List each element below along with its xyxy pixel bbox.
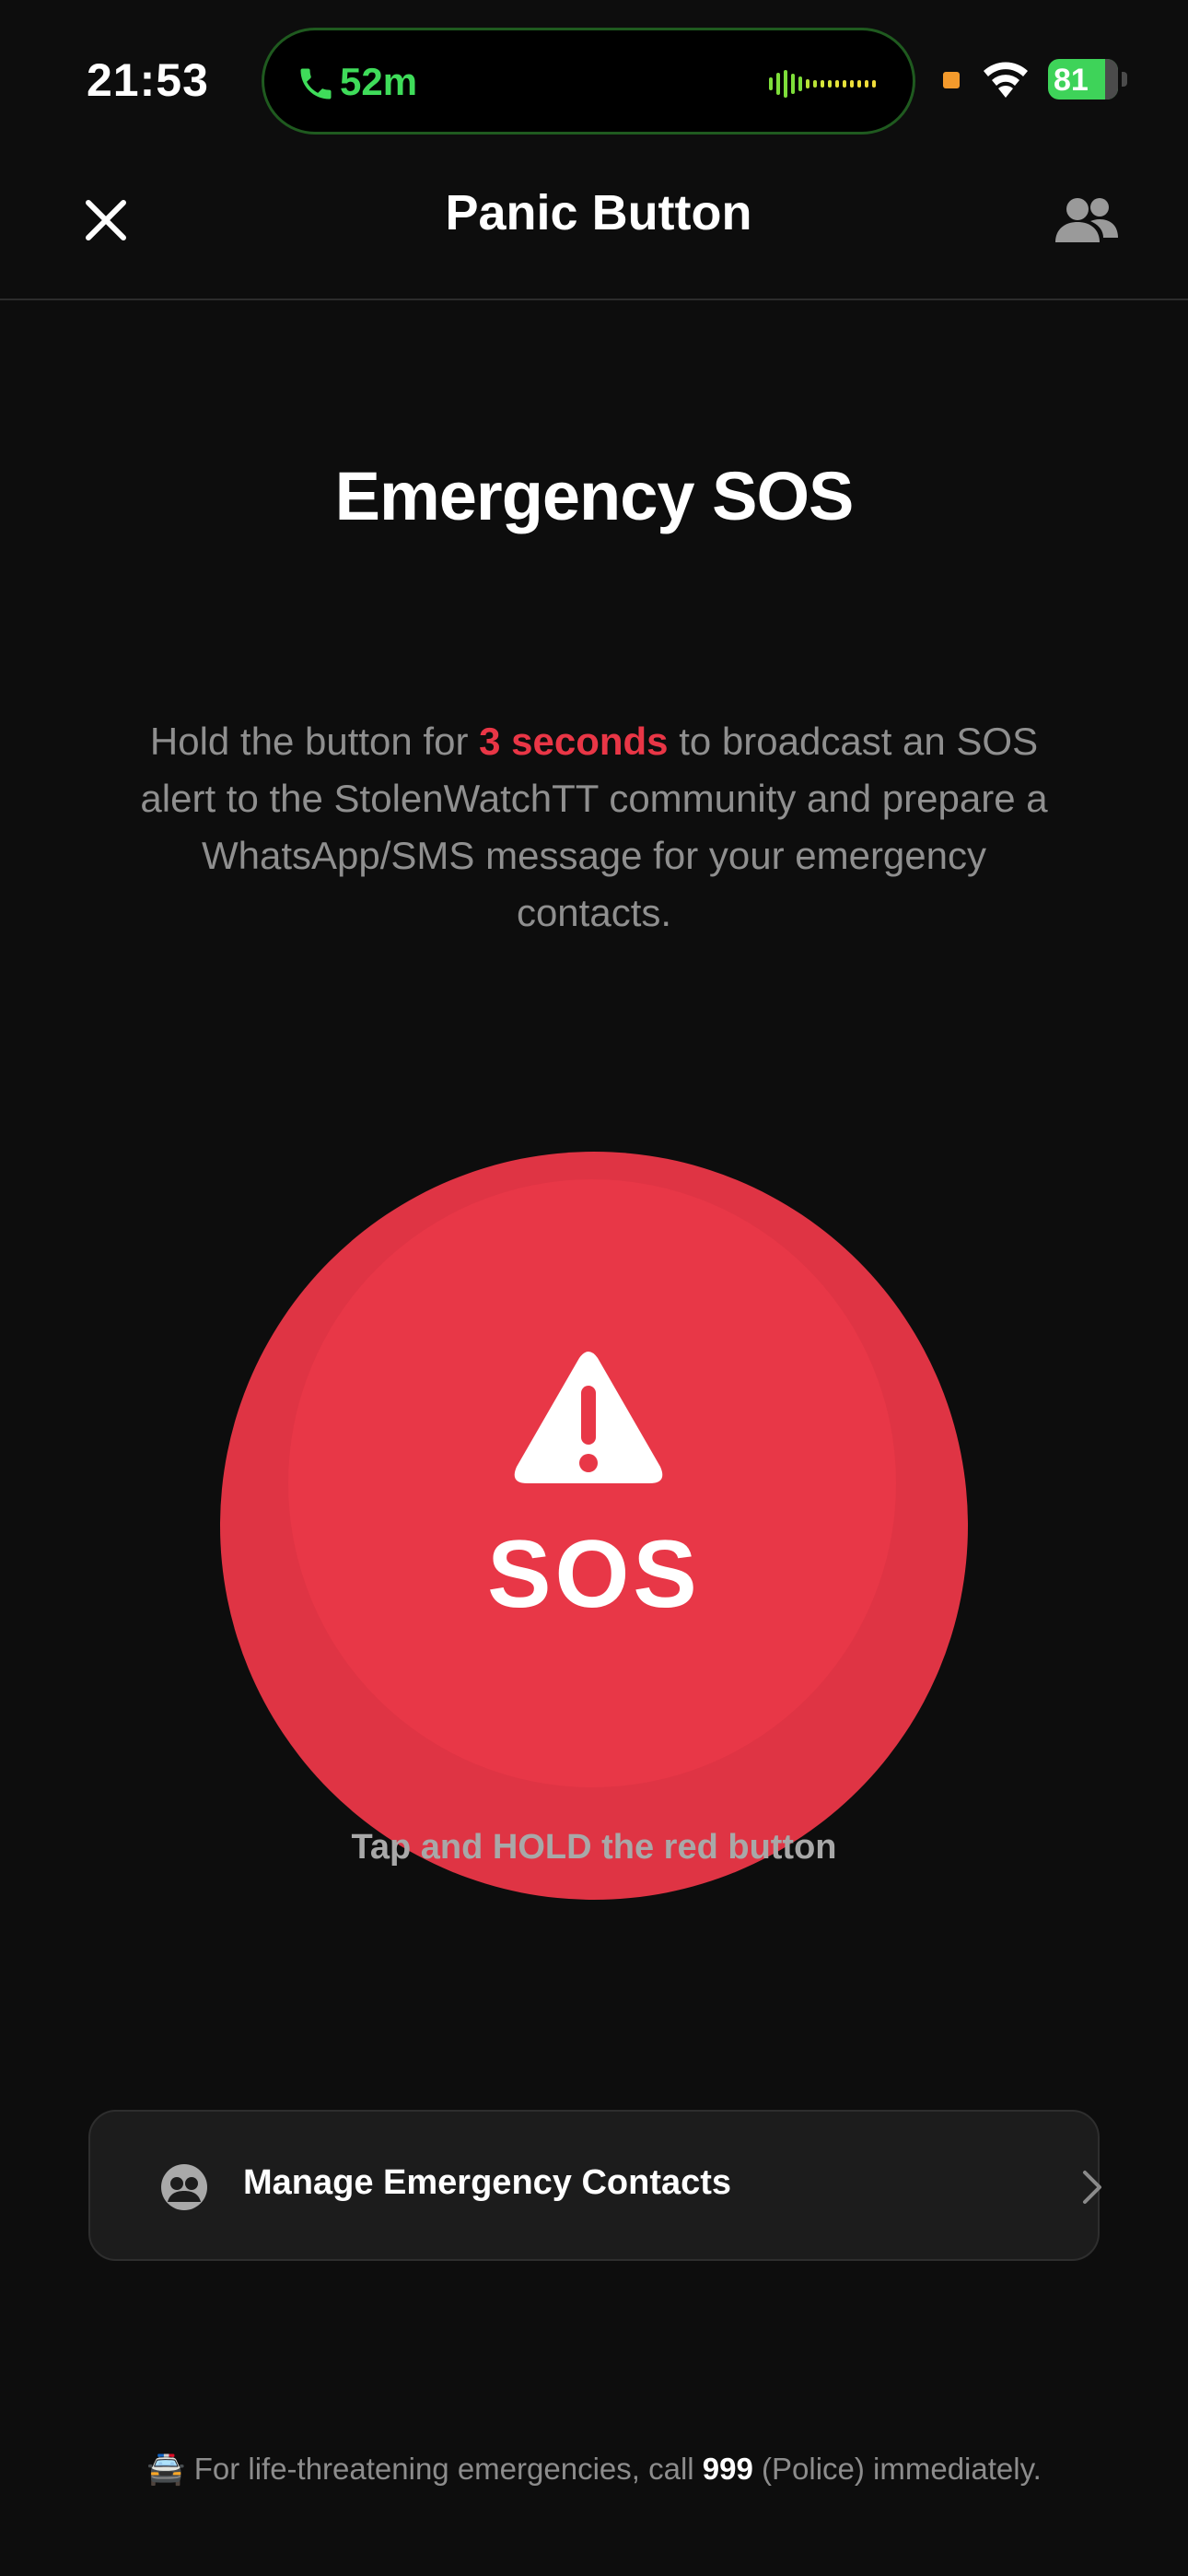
contacts-button[interactable] [1050,188,1124,252]
dynamic-island-call[interactable]: 52m [262,28,915,135]
battery-icon: 81 [1048,59,1127,100]
sos-label: SOS [487,1521,701,1628]
description: Hold the button for 3 seconds to broadca… [129,713,1059,942]
nav-bar: Panic Button [0,157,1188,300]
hold-hint: Tap and HOLD the red button [351,1828,837,1867]
recording-indicator-icon [943,72,960,88]
call-duration: 52m [340,60,418,103]
footer-post: (Police) immediately. [752,2452,1042,2486]
phone-icon [300,68,332,100]
description-highlight: 3 seconds [479,720,669,763]
heading: Emergency SOS [334,458,855,534]
wifi-icon [984,62,1028,98]
footer-pre: For life-threatening emergencies, call [193,2452,703,2486]
status-bar: 21:53 52m 81 [0,0,1188,157]
description-pre: Hold the button for [149,720,480,763]
sos-button[interactable]: SOS [220,1152,968,1900]
battery-level: 81 [1054,63,1089,98]
manage-contacts-label: Manage Emergency Contacts [243,2163,732,2202]
status-time: 21:53 [87,54,209,106]
panic-button-screen: 21:53 52m 81 Panic Button Emergency SOS … [0,0,1188,2576]
emergency-footer-note: 🚔 For life-threatening emergencies, call… [0,2451,1188,2488]
audio-waveform-icon [769,69,883,99]
contacts-circle-icon [161,2164,207,2210]
police-car-icon: 🚔 [146,2452,186,2487]
manage-emergency-contacts-button[interactable]: Manage Emergency Contacts [88,2110,1101,2261]
police-number: 999 [702,2452,753,2486]
warning-triangle-icon [514,1352,663,1483]
people-icon [1055,198,1118,242]
page-title: Panic Button [445,185,752,240]
chevron-right-icon [1083,2171,1101,2204]
